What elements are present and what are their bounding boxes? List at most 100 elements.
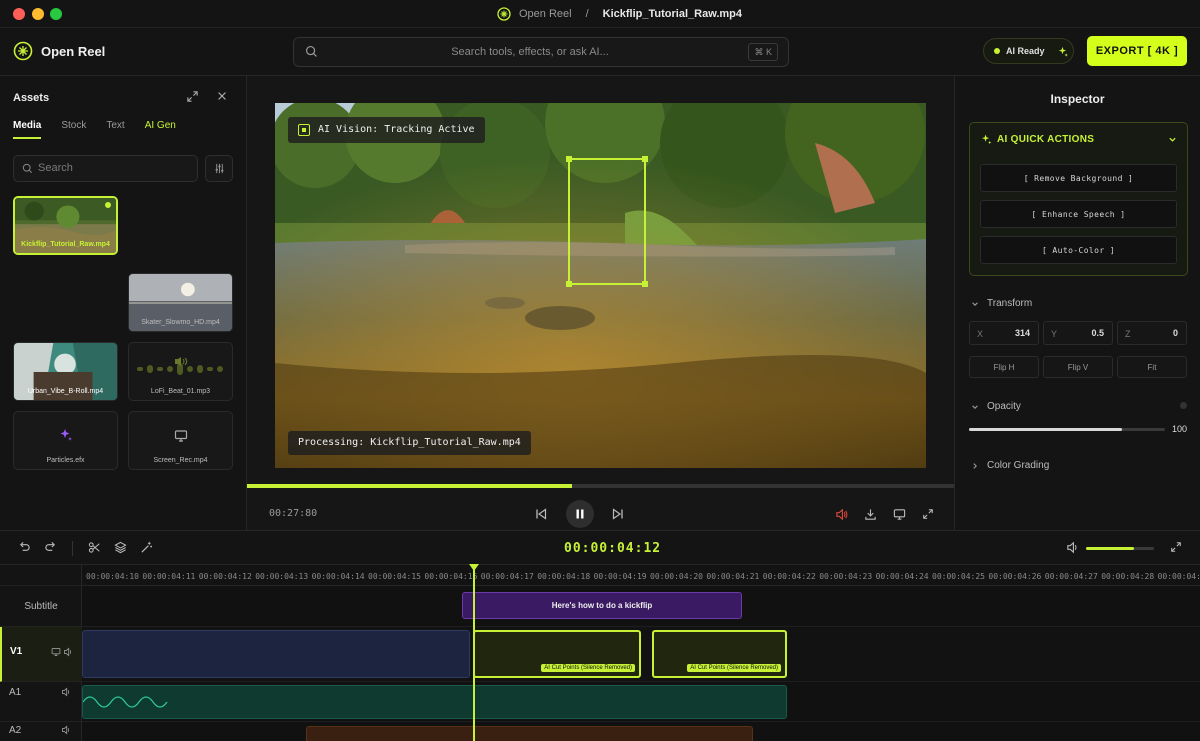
display-button[interactable] [887, 502, 911, 526]
remove-background-button[interactable]: [ Remove Background ] [980, 164, 1177, 192]
asset-name: Screen_Rec.mp4 [153, 457, 208, 464]
track-header-v1[interactable]: V1 [0, 627, 82, 682]
timeline-ruler[interactable]: 00:00:04:10 00:00:04:11 00:00:04:12 00:00:0… [82, 565, 1200, 586]
asset-search[interactable] [13, 155, 198, 182]
export-button[interactable]: EXPORT [ 4K ] [1087, 36, 1187, 66]
command-search-input[interactable] [330, 44, 730, 60]
volume-icon[interactable] [61, 687, 71, 697]
tab-media[interactable]: Media [13, 120, 42, 139]
asset-card[interactable]: Screen_Rec.mp4 [128, 411, 233, 470]
expand-icon[interactable] [186, 90, 199, 103]
tracking-handle[interactable] [642, 281, 648, 287]
redo-icon[interactable] [44, 541, 57, 554]
window-app-name: Open Reel [519, 8, 572, 20]
ai-quick-actions-title: AI QUICK ACTIONS [997, 134, 1095, 145]
audio-waveform-icon [137, 357, 223, 375]
timeline-current-time: 00:00:04:12 [564, 541, 662, 556]
asset-card[interactable]: Kickflip_Tutorial_Raw.mp4 [13, 196, 118, 255]
audio-clip[interactable] [82, 685, 787, 719]
undo-icon[interactable] [18, 541, 31, 554]
asset-card[interactable]: Skater_Slowmo_HD.mp4 [128, 273, 233, 332]
timeline-volume-slider[interactable] [1086, 547, 1154, 550]
audio-clip[interactable] [306, 726, 753, 741]
track-label: Subtitle [24, 601, 58, 612]
magic-wand-icon[interactable] [140, 541, 153, 554]
ruler-tick: 00:00:04:27 [1044, 572, 1098, 581]
asset-search-input[interactable] [38, 162, 188, 174]
app-logo-icon [497, 7, 511, 21]
tracking-handle[interactable] [642, 156, 648, 162]
ai-cut-clip[interactable]: AI Cut Points (Silence Removed) [652, 630, 787, 678]
scissors-icon[interactable] [88, 541, 101, 554]
ai-cut-clip[interactable]: AI Cut Points (Silence Removed) [473, 630, 641, 678]
tracking-handle[interactable] [566, 281, 572, 287]
asset-card[interactable]: Particles.efx [13, 411, 118, 470]
expand-icon[interactable] [1170, 541, 1182, 553]
timeline-toolbar: 00:00:04:12 [0, 530, 1200, 565]
asset-card[interactable]: Urban_Vibe_B-Roll.mp4 [13, 342, 118, 401]
tab-stock[interactable]: Stock [61, 120, 86, 139]
processing-status: Processing: Kickflip_Tutorial_Raw.mp4 [288, 431, 531, 455]
auto-color-button[interactable]: [ Auto-Color ] [980, 236, 1177, 264]
tab-text[interactable]: Text [106, 120, 124, 139]
track-header-a2[interactable]: A2 [0, 722, 82, 741]
toolbar-divider [72, 541, 73, 556]
volume-icon[interactable] [61, 725, 71, 735]
layers-icon[interactable] [114, 541, 127, 554]
download-button[interactable] [858, 502, 882, 526]
color-grading-section-toggle[interactable]: Color Grading [971, 460, 1049, 471]
opacity-section-toggle[interactable]: Opacity [971, 401, 1021, 412]
fullscreen-button[interactable] [916, 502, 940, 526]
download-icon [864, 508, 876, 520]
pause-button[interactable] [566, 500, 594, 528]
keyframe-dot-icon[interactable] [1180, 402, 1187, 409]
command-search[interactable]: ⌘ K [293, 37, 789, 67]
playback-progress-bar[interactable] [247, 484, 954, 488]
minimize-window-button[interactable] [32, 8, 44, 20]
skip-back-button[interactable] [529, 502, 553, 526]
asset-card[interactable]: LoFi_Beat_01.mp3 [128, 342, 233, 401]
brand[interactable]: Open Reel [13, 41, 105, 61]
ruler-tick: 00:00:04:22 [762, 572, 816, 581]
transform-section-toggle[interactable]: Transform [971, 298, 1032, 309]
enhance-speech-button[interactable]: [ Enhance Speech ] [980, 200, 1177, 228]
search-icon [22, 163, 33, 174]
opacity-slider[interactable] [969, 428, 1165, 431]
track-header-subtitle[interactable]: Subtitle [0, 586, 82, 627]
close-icon[interactable] [216, 90, 228, 102]
fullscreen-icon [923, 509, 933, 519]
close-window-button[interactable] [13, 8, 25, 20]
flip-v-button[interactable]: Flip V [1043, 356, 1113, 378]
sparkles-icon [981, 134, 992, 145]
ai-status-badge[interactable]: AI Ready [983, 38, 1074, 64]
field-value: 314 [1014, 328, 1030, 338]
volume-icon [835, 508, 847, 520]
tracking-box[interactable] [566, 156, 648, 287]
transform-y-field[interactable]: Y 0.5 [1043, 321, 1113, 345]
ai-cut-label: AI Cut Points (Silence Removed) [687, 664, 781, 672]
fit-button[interactable]: Fit [1117, 356, 1187, 378]
playhead[interactable] [469, 564, 479, 741]
ruler-tick: 00:00:04:20 [650, 572, 703, 581]
video-preview[interactable]: AI Vision: Tracking Active Processing: K… [275, 103, 926, 468]
pause-icon [576, 509, 584, 519]
video-clip[interactable] [82, 630, 470, 678]
tab-ai-gen[interactable]: AI Gen [145, 120, 176, 139]
tracking-handle[interactable] [566, 156, 572, 162]
volume-muted-button[interactable] [829, 502, 853, 526]
transform-x-field[interactable]: X 314 [969, 321, 1039, 345]
volume-icon[interactable] [1066, 541, 1079, 554]
maximize-window-button[interactable] [50, 8, 62, 20]
timeline-tracks[interactable]: 00:00:04:10 00:00:04:11 00:00:04:12 00:00:0… [82, 565, 1200, 741]
skip-forward-button[interactable] [606, 502, 630, 526]
transform-z-field[interactable]: Z0 [1117, 321, 1187, 345]
subtitle-clip[interactable]: Here's how to do a kickflip [462, 592, 742, 619]
chevron-down-icon[interactable] [1168, 135, 1177, 144]
track-header-a1[interactable]: A1 [0, 682, 82, 722]
filter-button[interactable] [205, 155, 233, 182]
monitor-icon [174, 430, 188, 442]
monitor-icon[interactable] [51, 647, 61, 657]
flip-h-button[interactable]: Flip H [969, 356, 1039, 378]
volume-icon[interactable] [63, 647, 73, 657]
window-title-separator: / [585, 8, 589, 20]
